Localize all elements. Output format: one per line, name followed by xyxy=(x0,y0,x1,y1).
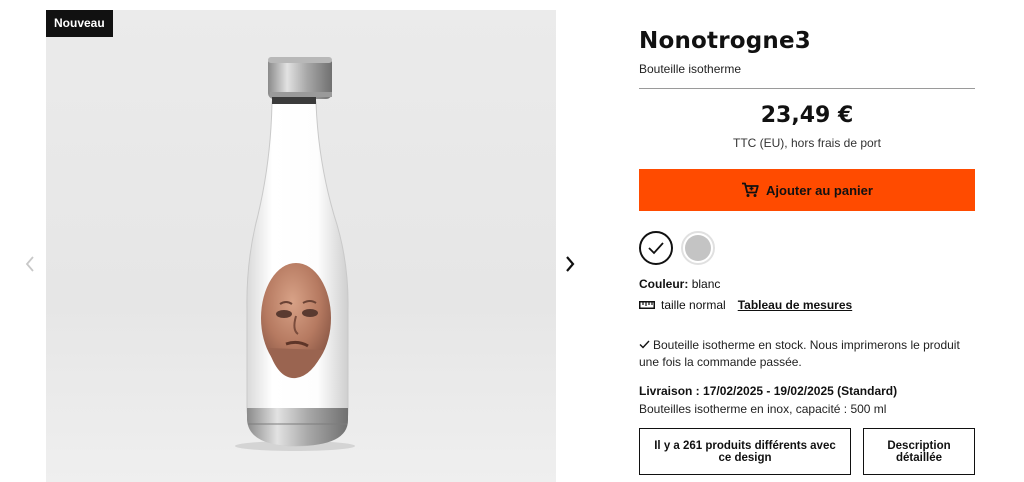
product-title: Nonotrogne3 xyxy=(639,28,812,54)
other-products-button[interactable]: Il y a 261 produits différents avec ce d… xyxy=(639,428,851,475)
action-buttons: Il y a 261 produits différents avec ce d… xyxy=(639,428,975,475)
swatch-grey-fill xyxy=(685,235,711,261)
size-value: taille normal xyxy=(661,298,726,312)
size-info: taille normal Tableau de mesures xyxy=(639,298,975,312)
divider xyxy=(639,88,975,89)
swatch-white[interactable] xyxy=(639,231,673,265)
previous-image-button[interactable] xyxy=(22,252,38,276)
add-to-cart-button[interactable]: Ajouter au panier xyxy=(639,169,975,211)
product-subtitle: Bouteille isotherme xyxy=(639,62,742,76)
product-image-gallery: Nouveau xyxy=(46,10,556,482)
ruler-icon xyxy=(639,301,655,309)
color-info: Couleur: blanc xyxy=(639,277,975,291)
price-note: TTC (EU), hors frais de port xyxy=(732,136,882,150)
detailed-description-button[interactable]: Description détaillée xyxy=(863,428,975,475)
color-label: Couleur: xyxy=(639,277,689,291)
product-page: Nouveau Nonotrogne3 Bouteille isotherme … xyxy=(0,0,1024,482)
next-image-button[interactable] xyxy=(562,252,578,276)
color-swatches xyxy=(639,231,975,265)
product-details-panel: Nonotrogne3 Bouteille isotherme 23,49 € … xyxy=(639,26,975,475)
stock-text: Bouteille isotherme en stock. Nous impri… xyxy=(639,338,960,369)
chevron-right-icon xyxy=(566,256,575,272)
swatch-grey[interactable] xyxy=(681,231,715,265)
add-to-cart-label: Ajouter au panier xyxy=(766,182,873,198)
new-badge: Nouveau xyxy=(46,10,113,37)
product-price: 23,49 € xyxy=(760,103,854,128)
size-chart-link[interactable]: Tableau de mesures xyxy=(738,298,853,312)
delivery-info: Livraison : 17/02/2025 - 19/02/2025 (Sta… xyxy=(639,384,898,398)
material-info: Bouteilles isotherme en inox, capacité :… xyxy=(639,402,887,416)
stock-info: Bouteille isotherme en stock. Nous impri… xyxy=(639,337,975,371)
color-value: blanc xyxy=(691,277,721,291)
stock-check-icon xyxy=(639,340,650,349)
chevron-left-icon xyxy=(25,256,34,272)
product-image xyxy=(235,57,355,451)
cart-icon xyxy=(741,182,759,198)
checkmark-icon xyxy=(648,242,664,255)
